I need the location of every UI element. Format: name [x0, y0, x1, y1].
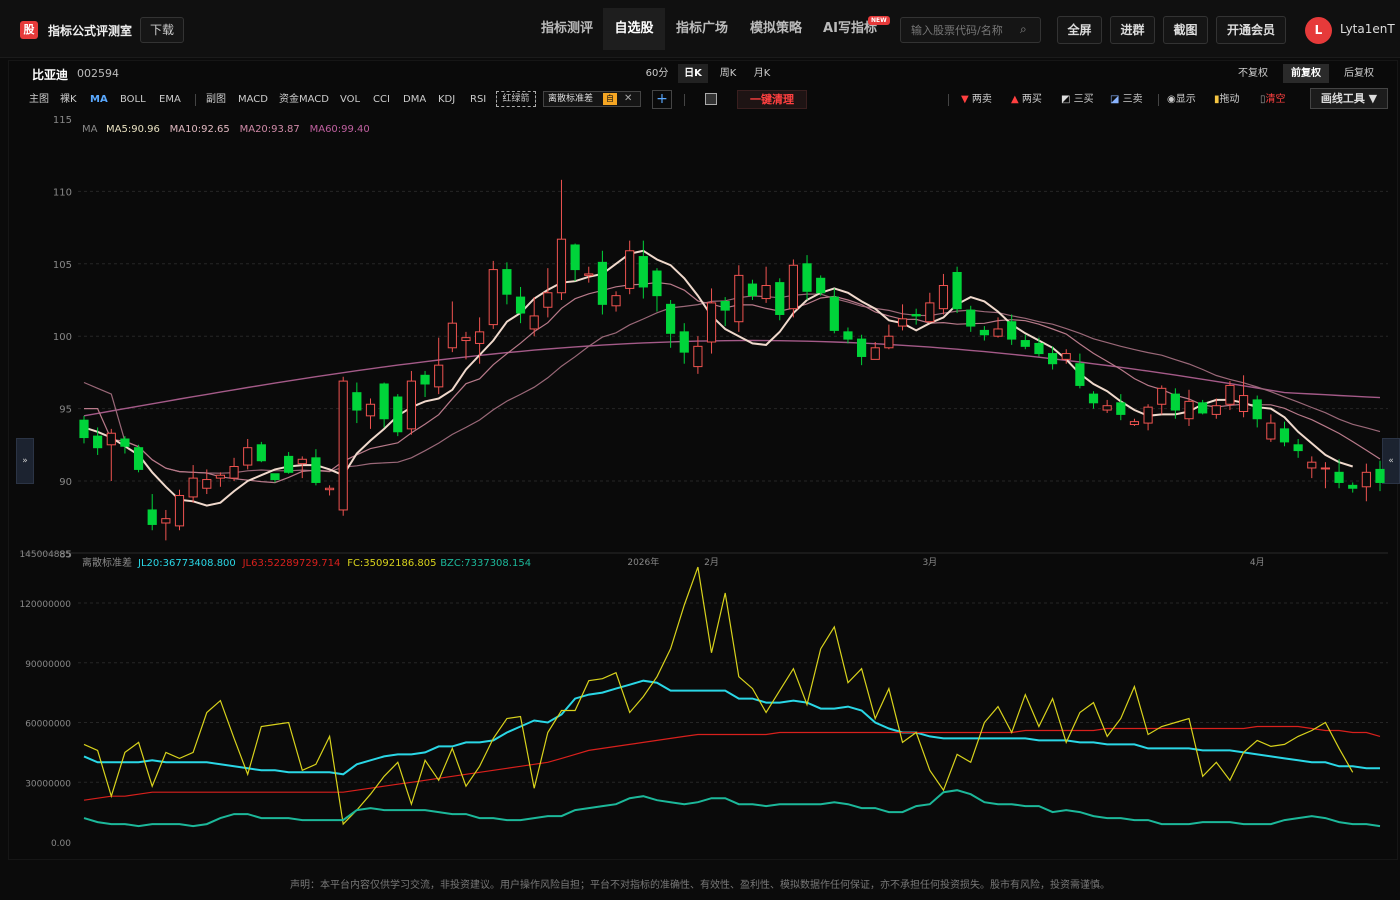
period-monthly[interactable]: 月K — [748, 64, 776, 83]
two-sell-label: 两卖 — [971, 94, 992, 105]
join-group-button[interactable]: 进群 — [1110, 16, 1155, 44]
screenshot-button[interactable]: 截图 — [1163, 16, 1208, 44]
new-badge: NEW — [868, 16, 890, 25]
chip-label: 离散标准差 — [548, 94, 594, 104]
nav-simulated-strategy[interactable]: 模拟策略 — [742, 8, 810, 50]
user-avatar[interactable]: L — [1305, 17, 1332, 44]
drag-label: 拖动 — [1219, 94, 1240, 105]
download-button[interactable]: 下载 — [140, 17, 184, 43]
indicator-naked-k[interactable]: 裸K — [60, 93, 77, 107]
period-daily[interactable]: 日K — [678, 64, 708, 83]
three-sell-tool[interactable]: ◪ 三卖 — [1110, 93, 1143, 107]
line-chart-icon: ◩ — [1061, 94, 1071, 105]
custom-tag: 自 — [603, 93, 617, 105]
app-name: 指标公式评测室 — [48, 24, 133, 38]
nav-indicator-plaza[interactable]: 指标广场 — [668, 8, 736, 50]
indicator-ma[interactable]: MA — [90, 93, 108, 107]
three-buy-tool[interactable]: ◩ 三买 — [1061, 93, 1094, 107]
indicator-boll[interactable]: BOLL — [120, 93, 146, 107]
clear-label: 清空 — [1265, 94, 1286, 105]
red-down-triangle-icon: ▼ — [961, 94, 969, 105]
app-logo-icon[interactable]: 股 — [20, 21, 38, 39]
save-icon[interactable] — [705, 93, 717, 105]
indicator-cci[interactable]: CCI — [373, 93, 390, 107]
clear-drawings-tool[interactable]: ▯清空 — [1260, 93, 1286, 107]
expand-right-panel-button[interactable]: « — [1382, 438, 1400, 484]
expand-left-panel-button[interactable]: » — [16, 438, 34, 484]
close-icon[interactable]: ✕ — [624, 92, 632, 106]
nav-ai-write-indicator[interactable]: AI写指标 — [816, 8, 884, 50]
show-tool[interactable]: ◉显示 — [1167, 93, 1196, 107]
period-60min[interactable]: 60分 — [642, 64, 672, 83]
active-indicator-chip[interactable]: 离散标准差 自 ✕ — [543, 91, 641, 107]
two-sell-tool[interactable]: ▼ 两卖 — [961, 93, 992, 107]
adjust-none[interactable]: 不复权 — [1232, 64, 1274, 83]
period-weekly[interactable]: 周K — [714, 64, 742, 83]
two-buy-label: 两买 — [1021, 94, 1042, 105]
fullscreen-button[interactable]: 全屏 — [1057, 16, 1102, 44]
three-buy-label: 三买 — [1073, 94, 1094, 105]
main-chart-label[interactable]: 主图 — [29, 93, 49, 107]
line-chart-icon: ◪ — [1110, 94, 1120, 105]
divider — [684, 94, 685, 106]
show-label: 显示 — [1175, 94, 1196, 105]
disclaimer: 声明：本平台内容仅供学习交流，非投资建议。用户操作风险自担；平台不对指标的准确性… — [290, 880, 1110, 891]
divider — [195, 94, 196, 106]
indicator-kdj[interactable]: KDJ — [438, 93, 455, 107]
drag-tool[interactable]: ▮拖动 — [1214, 93, 1240, 107]
indicator-rsi[interactable]: RSI — [470, 93, 486, 107]
stock-name: 比亚迪 — [32, 68, 69, 82]
indicator-vol[interactable]: VOL — [340, 93, 360, 107]
eye-icon: ◉ — [1167, 94, 1176, 105]
indicator-red-green-arrow[interactable]: 红绿箭 — [496, 91, 536, 107]
divider — [1158, 94, 1159, 106]
search-icon[interactable]: ⌕ — [1020, 22, 1027, 37]
username[interactable]: Lyta1enT — [1340, 22, 1395, 36]
indicator-dma[interactable]: DMA — [403, 93, 426, 107]
indicator-ema[interactable]: EMA — [159, 93, 181, 107]
chart-panel — [8, 60, 1398, 860]
indicator-macd[interactable]: MACD — [238, 93, 268, 107]
three-sell-label: 三卖 — [1122, 94, 1143, 105]
adjust-forward[interactable]: 前复权 — [1283, 64, 1329, 83]
indicator-fund-macd[interactable]: 资金MACD — [279, 93, 329, 107]
red-up-triangle-icon: ▲ — [1011, 94, 1019, 105]
adjust-backward[interactable]: 后复权 — [1338, 64, 1380, 83]
two-buy-tool[interactable]: ▲ 两买 — [1011, 93, 1042, 107]
nav-watchlist[interactable]: 自选股 — [603, 8, 665, 50]
stock-code: 002594 — [77, 67, 119, 80]
membership-button[interactable]: 开通会员 — [1216, 16, 1286, 44]
nav-indicator-review[interactable]: 指标测评 — [533, 8, 601, 50]
drawing-tools-dropdown[interactable]: 画线工具 ▼ — [1310, 88, 1388, 109]
divider — [948, 94, 949, 106]
sub-chart-label[interactable]: 副图 — [206, 93, 226, 107]
clear-all-button[interactable]: 一键清理 — [737, 90, 807, 109]
add-indicator-button[interactable]: + — [652, 90, 672, 109]
